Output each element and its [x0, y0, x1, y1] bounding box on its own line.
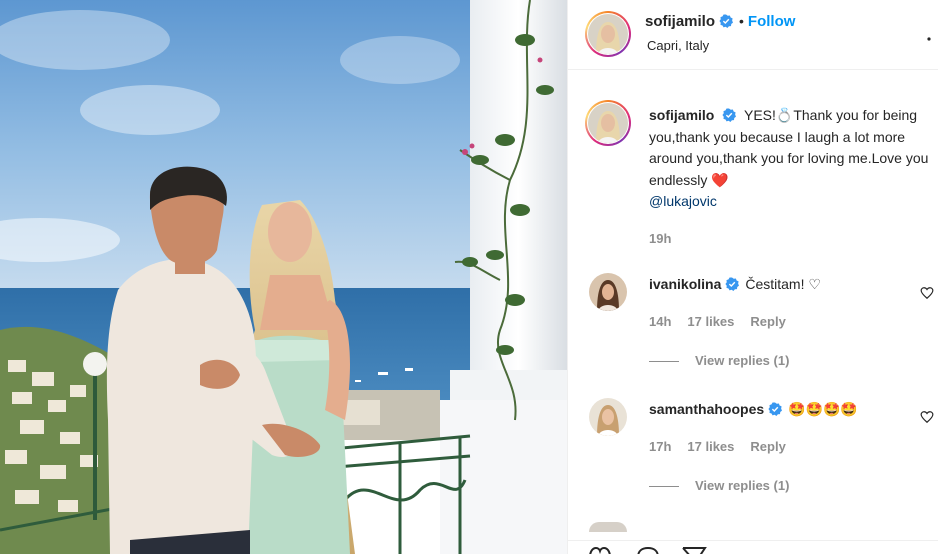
like-heart-icon[interactable]: [920, 286, 934, 300]
comment-icon[interactable]: [635, 545, 661, 554]
ring-emoji: 💍: [775, 107, 794, 123]
comment-time[interactable]: 14h: [649, 314, 671, 329]
post-header: sofijamilo • Follow Capri, Italy: [568, 0, 938, 70]
commenter-avatar[interactable]: [589, 273, 627, 311]
post-caption: sofijamilo YES!💍Thank you for being you,…: [649, 105, 934, 213]
comment-likes[interactable]: 17 likes: [687, 314, 734, 329]
commenter-avatar[interactable]: [589, 522, 627, 532]
more-options-icon[interactable]: [925, 26, 933, 49]
heart-emoji: ❤️: [711, 171, 729, 188]
caption-avatar[interactable]: [585, 100, 631, 146]
comment-text: Čestitam! ♡: [745, 276, 821, 292]
commenter-avatar[interactable]: [589, 398, 627, 436]
view-replies-button[interactable]: View replies (1): [649, 353, 789, 368]
caption-mention[interactable]: @lukajovic: [649, 193, 717, 209]
author-username[interactable]: sofijamilo: [645, 13, 715, 30]
caption-username[interactable]: sofijamilo: [649, 107, 714, 123]
share-icon[interactable]: [681, 545, 707, 554]
author-avatar[interactable]: [585, 11, 631, 57]
follow-separator: •: [739, 13, 744, 29]
view-replies-button[interactable]: View replies (1): [649, 478, 789, 493]
follow-button[interactable]: Follow: [748, 13, 796, 30]
verified-badge-icon: [725, 277, 740, 291]
like-icon[interactable]: [587, 545, 613, 554]
commenter-username[interactable]: samanthahoopes: [649, 401, 764, 417]
post-photo[interactable]: [0, 0, 567, 554]
post-side-panel: sofijamilo • Follow Capri, Italy sofijami…: [567, 0, 938, 554]
avatar-image: [589, 273, 627, 311]
caption-time[interactable]: 19h: [649, 231, 671, 246]
comment-likes[interactable]: 17 likes: [687, 439, 734, 454]
post-location[interactable]: Capri, Italy: [647, 38, 709, 53]
view-replies-label: View replies (1): [695, 478, 790, 493]
avatar-image: [588, 103, 628, 143]
post-action-bar: [568, 540, 938, 554]
replies-divider: [649, 486, 679, 488]
avatar-image: [589, 398, 627, 436]
verified-badge-icon: [719, 14, 734, 28]
post-photo-image: [0, 0, 567, 554]
comment-reply-button[interactable]: Reply: [750, 439, 785, 454]
verified-badge-icon: [722, 108, 737, 122]
comment-text: 🤩🤩🤩🤩: [788, 401, 858, 417]
avatar-image: [588, 14, 628, 54]
like-heart-icon[interactable]: [920, 410, 934, 424]
replies-divider: [649, 361, 679, 363]
view-replies-label: View replies (1): [695, 353, 790, 368]
comment-reply-button[interactable]: Reply: [750, 314, 785, 329]
caption-text-start: YES!: [744, 107, 776, 123]
comment-time[interactable]: 17h: [649, 439, 671, 454]
commenter-username[interactable]: ivanikolina: [649, 276, 721, 292]
verified-badge-icon: [768, 402, 783, 416]
